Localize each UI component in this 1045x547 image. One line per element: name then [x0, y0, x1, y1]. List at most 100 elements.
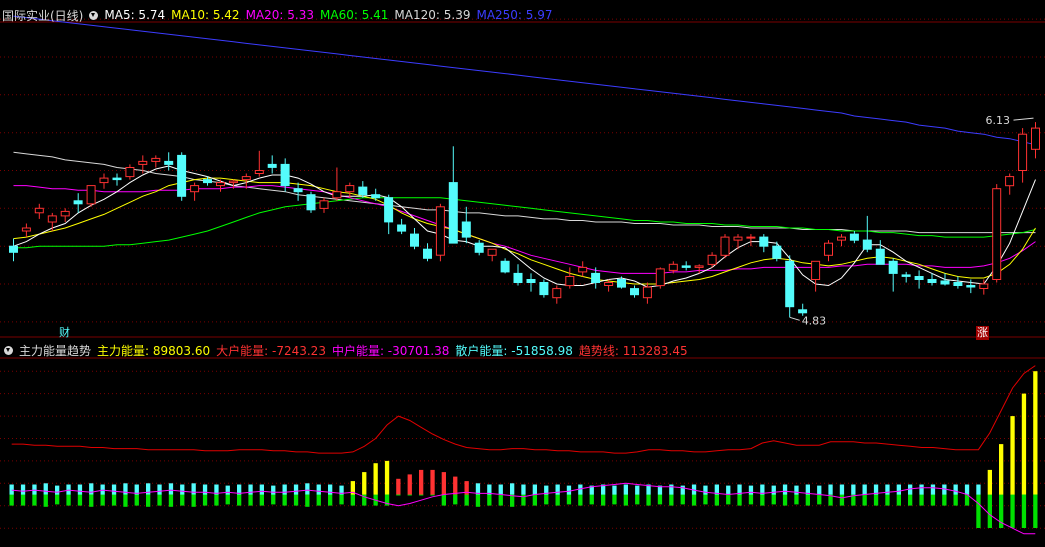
- finance-badge[interactable]: 财: [58, 326, 71, 340]
- candle-body: [811, 260, 821, 280]
- retail-energy-bar: [100, 494, 105, 506]
- retail-energy-bar: [737, 494, 742, 506]
- main-energy-bar: [635, 485, 640, 495]
- candle-body: [241, 176, 251, 181]
- candle-body: [759, 236, 769, 247]
- main-energy-bar: [407, 474, 412, 495]
- candle-body: [60, 210, 70, 217]
- retail-energy-bar: [134, 494, 139, 506]
- high-price-label: 6.13: [986, 114, 1011, 127]
- candle-body: [86, 185, 96, 205]
- retail-energy-bar: [293, 494, 299, 506]
- candle-body: [319, 200, 329, 209]
- retail-energy-bar: [566, 494, 572, 505]
- main-energy-bar: [817, 485, 822, 495]
- main-energy-bar: [180, 484, 185, 495]
- main-energy-bar: [930, 484, 936, 495]
- indicator-title: 主力能量趋势: [19, 343, 92, 358]
- retail-energy-bar: [953, 494, 958, 506]
- main-energy-bar: [612, 485, 617, 495]
- price-chart[interactable]: 6.13 4.83: [0, 0, 1045, 340]
- candle-body: [267, 163, 277, 168]
- retail-energy-bar: [248, 494, 253, 506]
- retail-energy-bar: [282, 494, 287, 506]
- candle-body: [1031, 127, 1040, 150]
- limit-up-badge[interactable]: 涨: [976, 326, 989, 340]
- candle-body: [151, 157, 161, 162]
- retail-energy-bar: [908, 494, 913, 506]
- retail-energy-bar: [32, 494, 37, 506]
- main-energy-bar: [43, 483, 48, 495]
- main-energy-bar: [441, 472, 446, 495]
- retail-energy-bar: [817, 494, 822, 505]
- retail-energy-bar: [976, 494, 981, 528]
- main-energy-bar: [32, 484, 37, 495]
- main-energy-bar: [328, 484, 333, 495]
- main-energy-bar: [1021, 393, 1027, 495]
- main-energy-bar: [55, 485, 60, 495]
- candle-body: [1005, 176, 1015, 187]
- candle-body: [785, 260, 795, 308]
- main-energy-bar: [919, 484, 924, 495]
- retail-energy-bar: [66, 494, 71, 506]
- retail-energy-bar: [896, 494, 901, 506]
- main-energy-bar: [396, 478, 401, 495]
- candle-body: [837, 236, 846, 241]
- retail-energy-value: 散户能量: -51858.98: [455, 343, 573, 358]
- candle-body: [474, 242, 484, 253]
- main-energy-bar: [157, 484, 162, 495]
- retail-energy-bar: [748, 494, 754, 505]
- trend-line: [11, 365, 1036, 454]
- retail-energy-bar: [760, 494, 765, 506]
- candle-body: [552, 288, 562, 299]
- retail-energy-bar: [123, 494, 128, 507]
- candle-body: [681, 265, 691, 268]
- retail-energy-bar: [89, 494, 94, 507]
- candle-body: [888, 260, 898, 274]
- candle-body: [824, 242, 833, 256]
- settings-dropdown-icon[interactable]: [89, 10, 99, 20]
- candle-body: [125, 167, 135, 178]
- retail-energy-bar: [623, 494, 628, 506]
- retail-energy-bar: [669, 494, 674, 506]
- chart-stage: 6.13 4.83 国际实业(日线) MA5: 5.74 MA10: 5.42 M…: [0, 0, 1045, 547]
- indicator-dropdown-icon[interactable]: [4, 345, 13, 355]
- retail-energy-bar: [578, 494, 583, 506]
- retail-energy-bar: [635, 494, 640, 505]
- main-energy-bar: [362, 472, 367, 495]
- candle-body: [164, 160, 174, 165]
- retail-energy-bar: [237, 494, 242, 506]
- candle-body: [448, 182, 458, 244]
- candle-body: [979, 283, 989, 289]
- retail-energy-bar: [419, 494, 424, 496]
- retail-energy-bar: [532, 494, 537, 506]
- candle-body: [668, 263, 678, 271]
- main-energy-bar: [66, 484, 71, 495]
- energy-chart[interactable]: [0, 340, 1045, 547]
- candle-body: [849, 233, 859, 241]
- candle-body: [927, 279, 937, 283]
- main-energy-bar: [293, 484, 299, 495]
- retail-energy-bar: [657, 494, 663, 505]
- retail-energy-bar: [55, 494, 60, 505]
- candle-body: [901, 274, 911, 277]
- main-energy-bar: [89, 483, 94, 495]
- candle-body: [733, 236, 743, 241]
- main-energy-bar: [532, 484, 537, 495]
- main-energy-bar: [521, 484, 526, 495]
- retail-energy-bar: [987, 494, 992, 528]
- candle-body: [953, 282, 963, 286]
- candle-body: [992, 188, 1002, 280]
- candle-body: [112, 177, 122, 181]
- retail-energy-bar: [782, 494, 788, 506]
- main-energy-value: 主力能量: 89803.60: [97, 343, 211, 358]
- candle-body: [47, 215, 57, 223]
- main-energy-bar: [111, 484, 117, 495]
- retail-energy-bar: [942, 494, 947, 506]
- retail-energy-bar: [350, 494, 355, 506]
- candle-body: [772, 245, 782, 259]
- candle-body: [914, 276, 924, 280]
- candle-body: [565, 276, 575, 287]
- ma250-value: MA250: 5.97: [476, 8, 553, 22]
- main-energy-bar: [20, 484, 26, 495]
